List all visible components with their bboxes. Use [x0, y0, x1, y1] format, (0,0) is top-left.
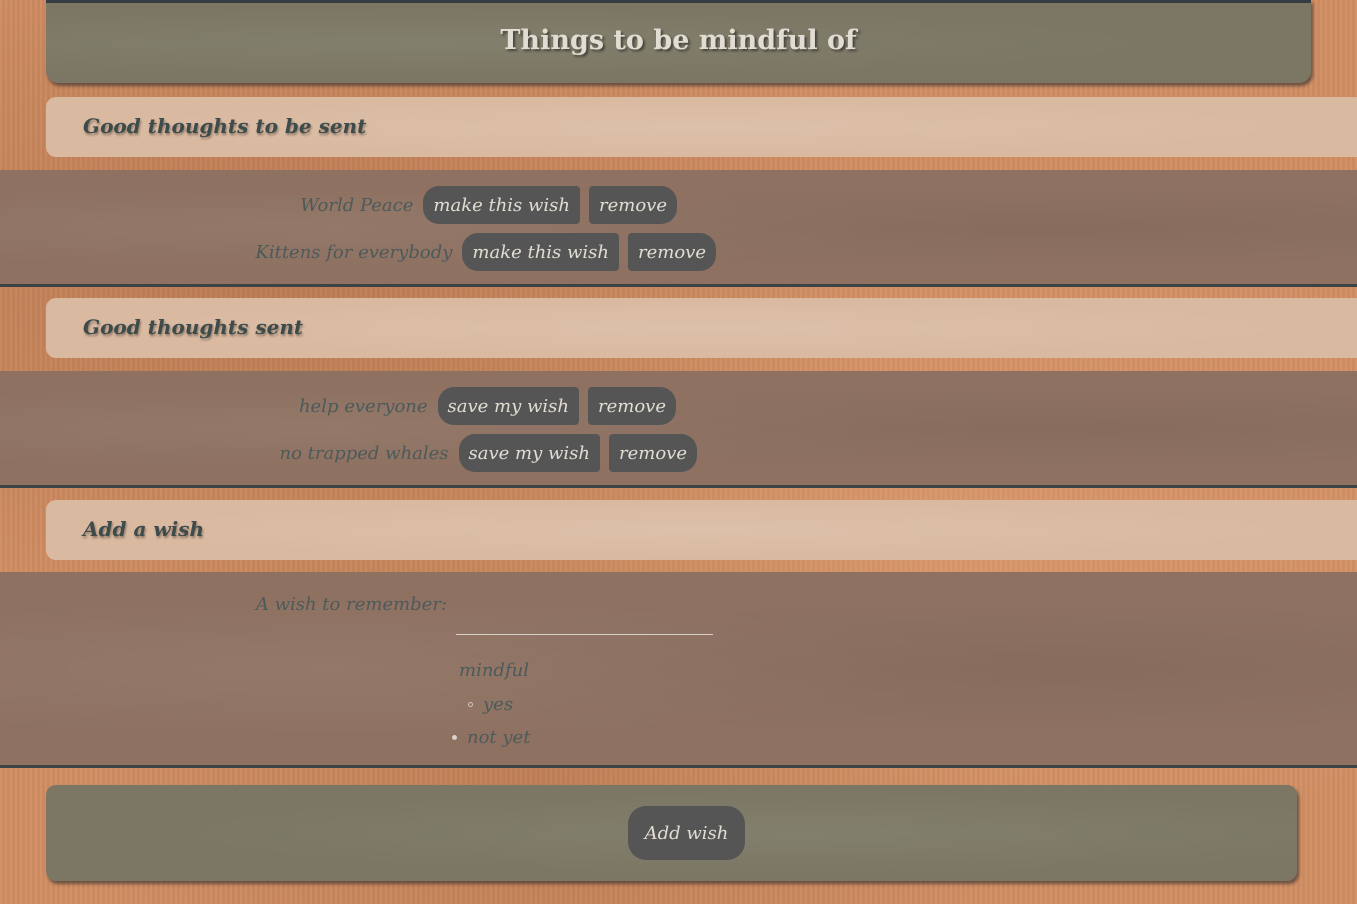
pending-section-header: Good thoughts to be sent	[46, 97, 1357, 157]
remove-button[interactable]: remove	[609, 434, 697, 472]
wish-label: help everyone	[298, 395, 428, 417]
pending-section-title: Good thoughts to be sent	[83, 114, 367, 138]
list-item: no trapped whales save my wish remove	[279, 434, 697, 472]
save-wish-button[interactable]: save my wish	[437, 387, 580, 425]
radio-selected-icon	[452, 735, 457, 740]
footer-bar: Add wish	[46, 785, 1297, 881]
remove-button[interactable]: remove	[589, 186, 677, 224]
list-item: World Peace make this wish remove	[300, 186, 677, 224]
add-section-header: Add a wish	[46, 500, 1357, 560]
radio-option-label: not yet	[467, 727, 531, 748]
add-section-title: Add a wish	[83, 517, 204, 541]
wish-label: Kittens for everybody	[255, 241, 453, 263]
radio-option-label: yes	[483, 694, 514, 715]
sent-section-header: Good thoughts sent	[46, 298, 1357, 358]
remove-button[interactable]: remove	[588, 387, 676, 425]
add-wish-button[interactable]: Add wish	[628, 806, 745, 860]
page-title: Things to be mindful of	[500, 25, 857, 56]
make-wish-button[interactable]: make this wish	[423, 186, 581, 224]
radio-option-not-yet[interactable]: not yet	[452, 727, 530, 748]
radio-option-yes[interactable]: yes	[468, 694, 513, 715]
make-wish-button[interactable]: make this wish	[462, 233, 620, 271]
wish-input[interactable]	[456, 602, 713, 635]
sent-wish-list: help everyone save my wish remove no tra…	[0, 371, 1357, 488]
radio-unselected-icon	[468, 702, 473, 707]
wish-label: World Peace	[300, 194, 414, 216]
add-wish-form: A wish to remember: mindful yes not yet	[0, 572, 1357, 768]
wish-field-label: A wish to remember:	[255, 594, 447, 615]
remove-button[interactable]: remove	[628, 233, 716, 271]
pending-wish-list: World Peace make this wish remove Kitten…	[0, 170, 1357, 287]
list-item: Kittens for everybody make this wish rem…	[255, 233, 716, 271]
page-header: Things to be mindful of	[46, 0, 1311, 83]
wish-label: no trapped whales	[279, 442, 449, 464]
save-wish-button[interactable]: save my wish	[458, 434, 601, 472]
sent-section-title: Good thoughts sent	[83, 315, 304, 339]
list-item: help everyone save my wish remove	[299, 387, 676, 425]
mindful-label: mindful	[459, 660, 529, 681]
